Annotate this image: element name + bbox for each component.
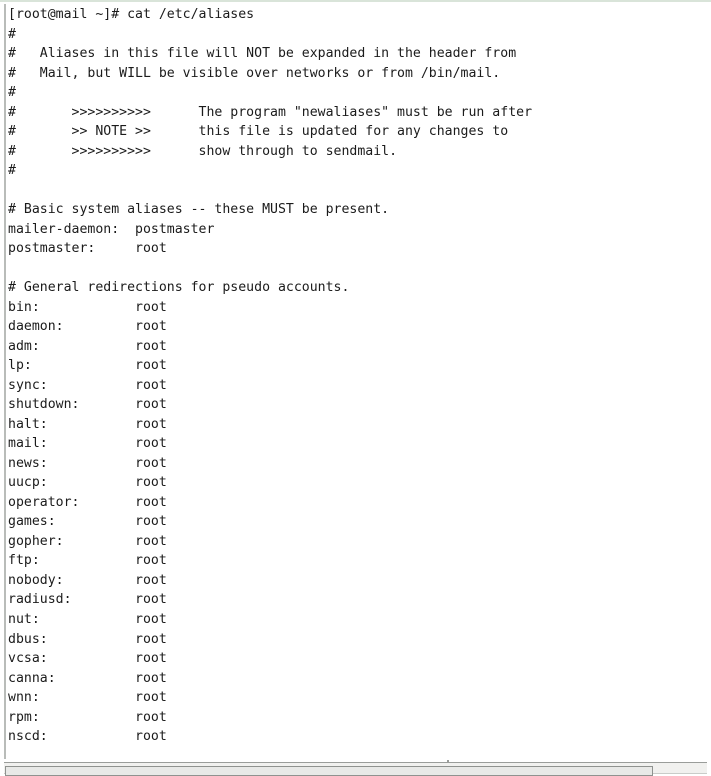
terminal-line: # >>>>>>>>>> show through to sendmail. — [8, 143, 398, 159]
terminal-line: adm: root — [8, 338, 167, 354]
scrollbar-tick-mark — [447, 760, 449, 763]
scrollbar-thumb[interactable] — [5, 766, 653, 776]
scrollbar-trough[interactable] — [4, 762, 707, 776]
terminal-line: canna: root — [8, 670, 167, 686]
terminal-output-text[interactable]: [root@mail ~]# cat /etc/aliases # # Aliase… — [8, 5, 711, 747]
terminal-line: # Aliases in this file will NOT be expan… — [8, 46, 517, 62]
terminal-line: # — [8, 85, 16, 101]
terminal-line: nobody: root — [8, 572, 167, 588]
terminal-line: postmaster: root — [8, 241, 167, 257]
terminal-line: # General redirections for pseudo accoun… — [8, 280, 350, 296]
terminal-line: gopher: root — [8, 533, 167, 549]
terminal-line: nscd: root — [8, 729, 167, 745]
terminal-line: mailer-daemon: postmaster — [8, 221, 215, 237]
terminal-line: nut: root — [8, 611, 167, 627]
terminal-line: operator: root — [8, 494, 167, 510]
terminal-line: daemon: root — [8, 319, 167, 335]
terminal-line: lp: root — [8, 358, 167, 374]
terminal-window[interactable]: [root@mail ~]# cat /etc/aliases # # Aliase… — [0, 0, 711, 776]
terminal-line: # Basic system aliases -- these MUST be … — [8, 202, 390, 218]
terminal-left-border — [4, 4, 6, 759]
terminal-line: mail: root — [8, 436, 167, 452]
terminal-line: ftp: root — [8, 553, 167, 569]
terminal-line: # >> NOTE >> this file is updated for an… — [8, 124, 509, 140]
terminal-line: rpm: root — [8, 709, 167, 725]
terminal-line: dbus: root — [8, 631, 167, 647]
terminal-line: news: root — [8, 455, 167, 471]
terminal-line: shutdown: root — [8, 397, 167, 413]
terminal-line: # Mail, but WILL be visible over network… — [8, 65, 501, 81]
terminal-line: radiusd: root — [8, 592, 167, 608]
terminal-line: wnn: root — [8, 690, 167, 706]
terminal-line: sync: root — [8, 377, 167, 393]
terminal-line: [root@mail ~]# cat /etc/aliases — [8, 7, 255, 22]
terminal-line: vcsa: root — [8, 651, 167, 667]
terminal-line: # — [8, 26, 16, 42]
terminal-line: # — [8, 163, 16, 179]
terminal-line: # >>>>>>>>>> The program "newaliases" mu… — [8, 104, 533, 120]
terminal-line: games: root — [8, 514, 167, 530]
terminal-line: halt: root — [8, 416, 167, 432]
terminal-line: bin: root — [8, 299, 167, 315]
terminal-line: uucp: root — [8, 475, 167, 491]
horizontal-scrollbar[interactable] — [4, 760, 711, 776]
